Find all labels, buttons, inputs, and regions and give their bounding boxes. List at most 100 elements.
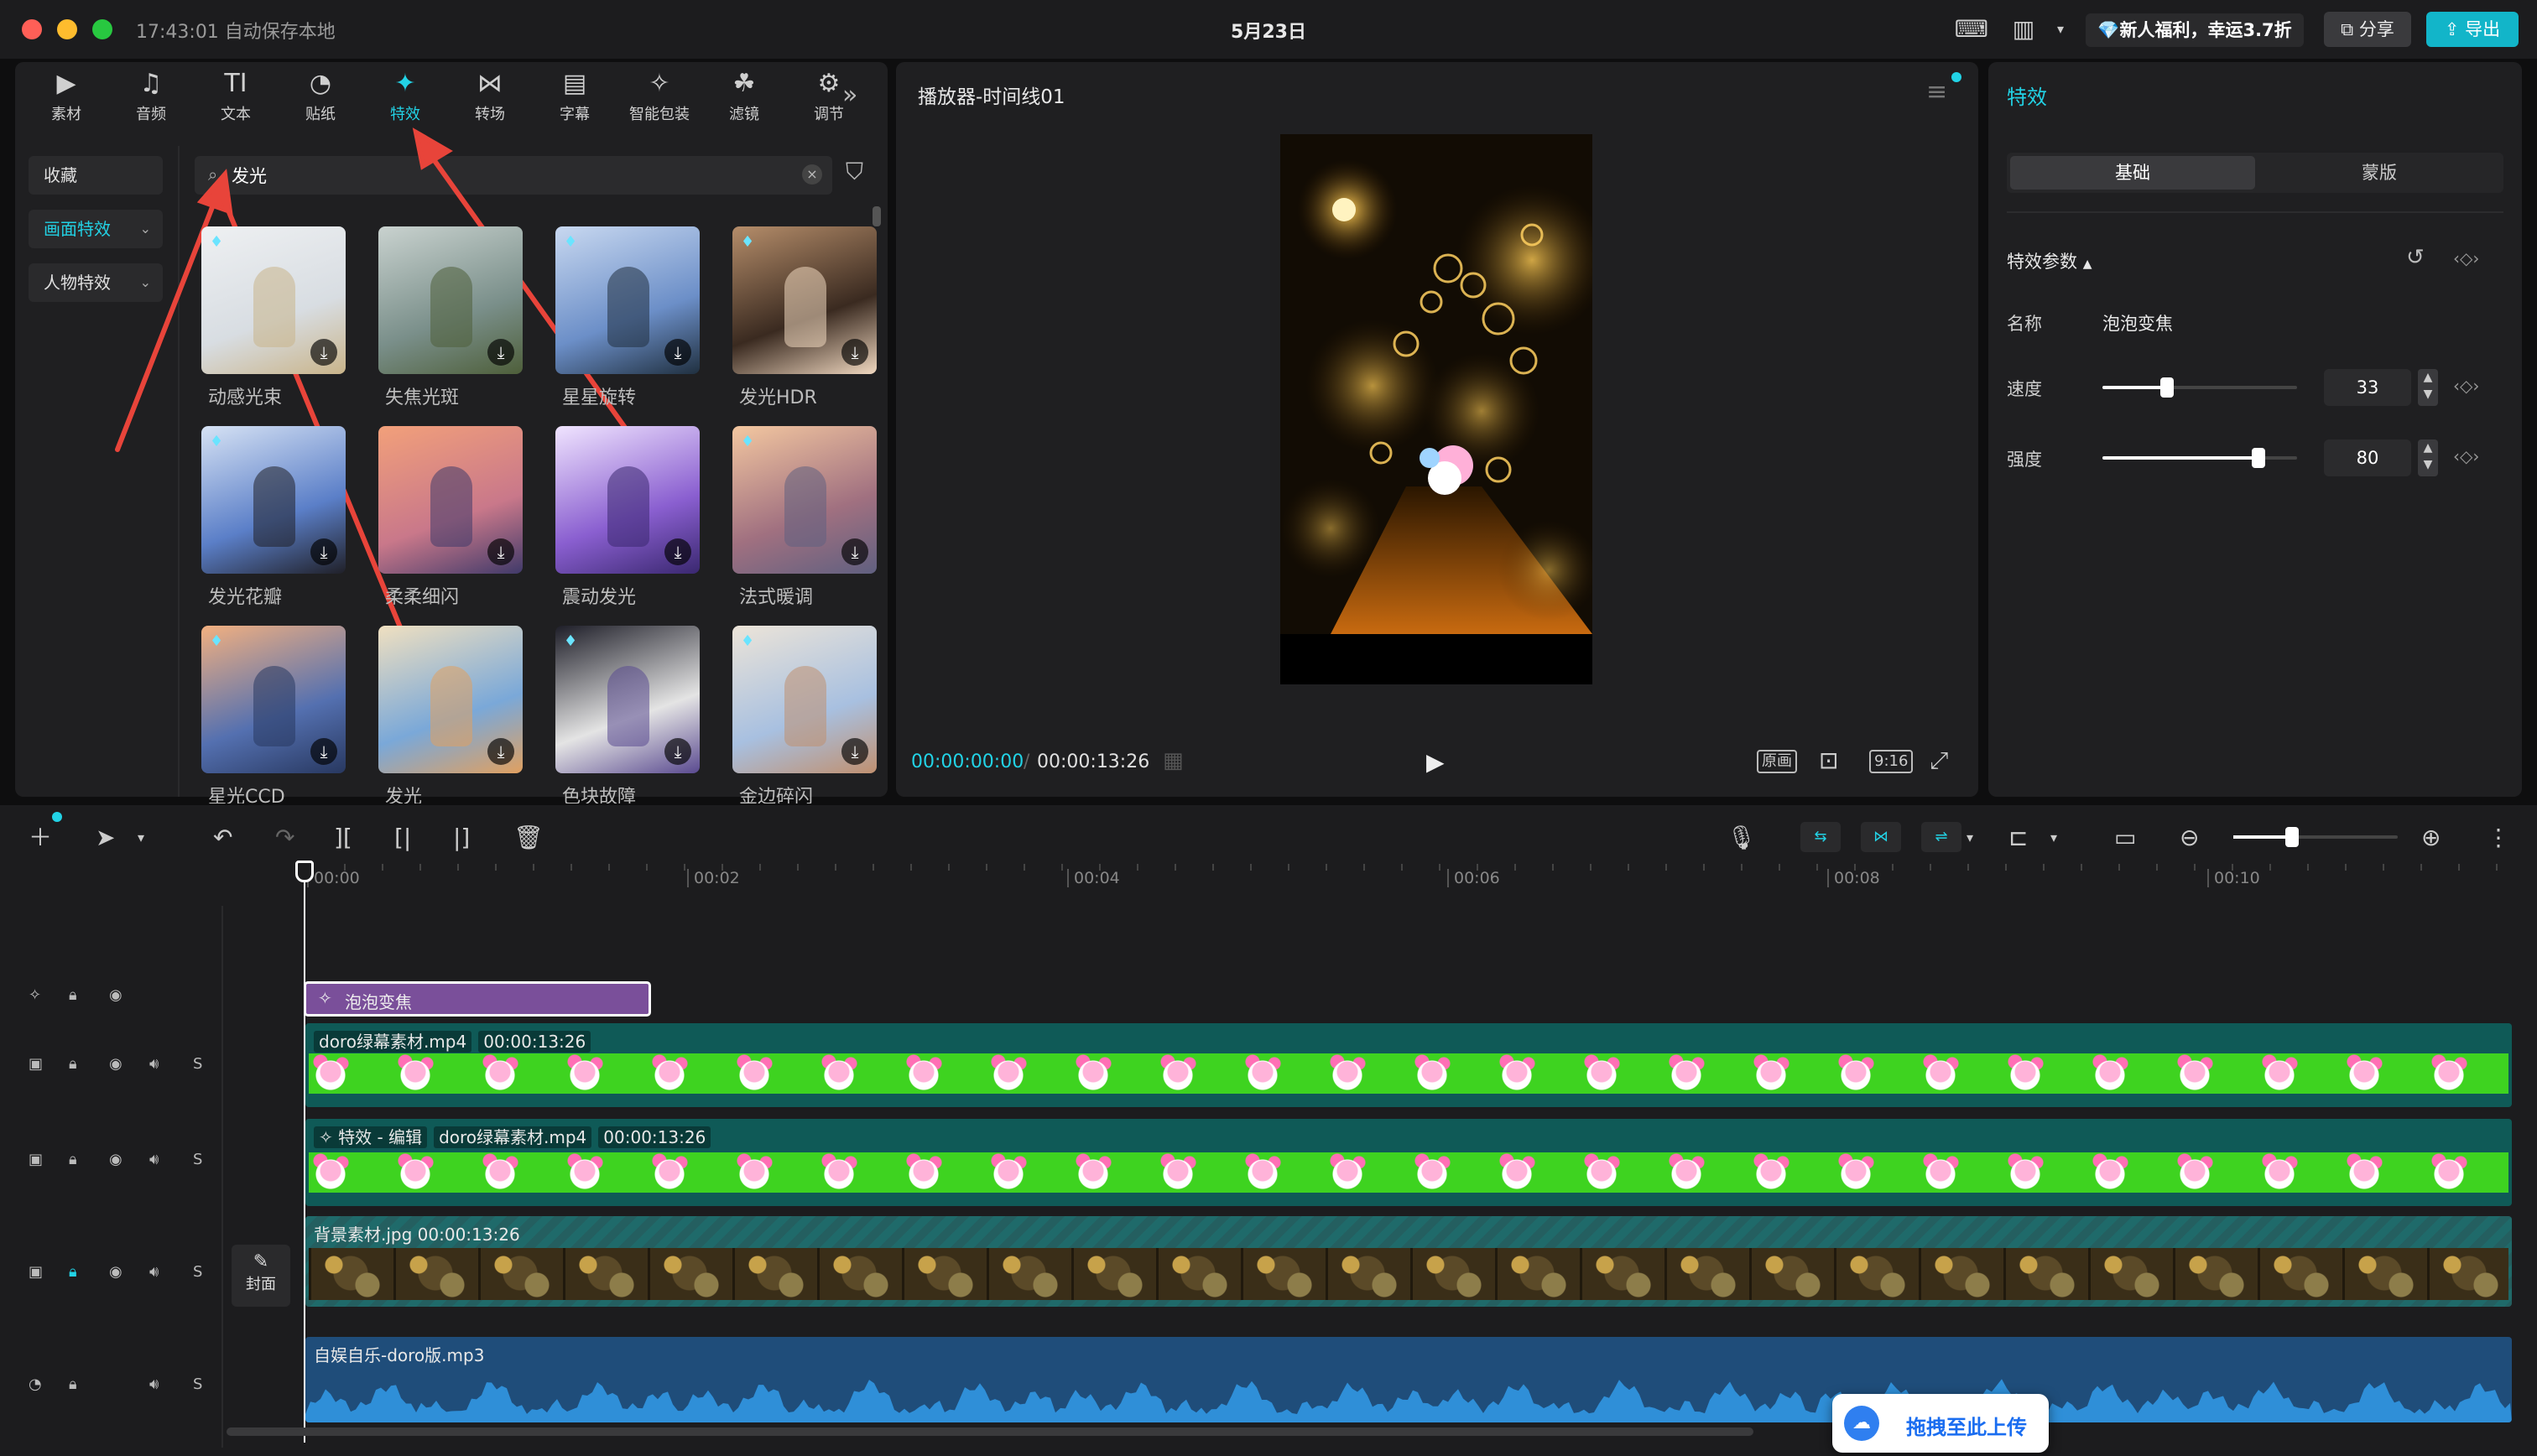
speed-slider-handle[interactable] bbox=[2160, 377, 2174, 398]
promo-badge[interactable]: 💎新人福利，幸运3.7折 bbox=[2086, 13, 2304, 47]
timeline-scrollbar[interactable] bbox=[227, 1427, 1753, 1436]
solo-label[interactable]: S bbox=[193, 1055, 202, 1073]
tab-basic[interactable]: 基础 bbox=[2010, 156, 2255, 190]
effect-thumbnail[interactable]: ♦ ⤓ bbox=[555, 626, 700, 773]
keyframe-diamond-icon[interactable]: ‹◇› bbox=[2453, 376, 2479, 396]
ai-search-icon[interactable]: ⛉ bbox=[846, 158, 863, 186]
effect-thumbnail[interactable]: ⤓ bbox=[555, 426, 700, 574]
effect-thumbnail[interactable]: ⤓ bbox=[378, 426, 523, 574]
select-tool-icon[interactable]: ➤ bbox=[96, 824, 115, 852]
sidebar-item-scene-effects[interactable]: 画面特效 ⌄ bbox=[29, 210, 163, 248]
share-button[interactable]: ⧉ 分享 bbox=[2324, 12, 2411, 47]
reset-icon[interactable]: ↺ bbox=[2406, 245, 2425, 270]
effect-thumbnail[interactable]: ⤓ bbox=[378, 226, 523, 374]
effect-params-header[interactable]: 特效参数 ▲ bbox=[2007, 248, 2092, 273]
trim-left-icon[interactable]: [| bbox=[394, 824, 411, 852]
download-icon[interactable]: ⤓ bbox=[664, 538, 691, 565]
strength-stepper-icon[interactable]: ▲ ▼ bbox=[2418, 439, 2438, 476]
export-button[interactable]: ⇪ 导出 bbox=[2426, 12, 2519, 47]
clear-search-icon[interactable]: × bbox=[802, 164, 822, 185]
shortcut-keyboard-icon[interactable]: ⌨ bbox=[1953, 15, 1990, 44]
tab-smart-pack[interactable]: ✧ 智能包装 bbox=[622, 69, 697, 126]
effect-thumbnail[interactable]: ♦ ⤓ bbox=[201, 626, 346, 773]
cover-button[interactable]: ✎ 封面 bbox=[232, 1245, 290, 1307]
keyframe-diamond-icon[interactable]: ‹◇› bbox=[2453, 248, 2479, 268]
effect-thumbnail[interactable]: ♦ ⤓ bbox=[201, 426, 346, 574]
tab-audio[interactable]: ♫ 音频 bbox=[113, 69, 189, 126]
zoom-slider[interactable] bbox=[2233, 827, 2398, 847]
tab-transition[interactable]: ⋈ 转场 bbox=[452, 69, 528, 126]
lock-icon[interactable]: 🔒︎ bbox=[69, 1151, 77, 1168]
effect-thumbnail[interactable]: ♦ ⤓ bbox=[201, 226, 346, 374]
tab-subtitle[interactable]: ▤ 字幕 bbox=[537, 69, 612, 126]
aspect-ratio-button[interactable]: 9:16 bbox=[1869, 750, 1914, 773]
download-icon[interactable]: ⤓ bbox=[487, 538, 514, 565]
eye-icon[interactable]: ◉ bbox=[109, 1151, 122, 1168]
effect-thumbnail[interactable]: ⤓ bbox=[378, 626, 523, 773]
preview-axis-icon[interactable]: ⊏ bbox=[2008, 824, 2028, 852]
download-icon[interactable]: ⤓ bbox=[310, 339, 337, 366]
playhead-handle[interactable] bbox=[295, 861, 314, 882]
player-menu-icon[interactable]: ≡ bbox=[1926, 77, 1947, 107]
tab-adjust[interactable]: ⚙ 调节 bbox=[791, 69, 867, 126]
download-icon[interactable]: ⤓ bbox=[664, 339, 691, 366]
solo-label[interactable]: S bbox=[193, 1375, 202, 1393]
eye-icon[interactable]: ◉ bbox=[109, 986, 122, 1004]
volume-icon[interactable]: 🔊︎ bbox=[149, 1055, 159, 1073]
download-icon[interactable]: ⤓ bbox=[664, 738, 691, 765]
zoom-out-icon[interactable]: ⊖ bbox=[2180, 824, 2199, 852]
video-clip-2[interactable]: ✧ 特效 - 编辑 doro绿幕素材.mp4 00:00:13:26 bbox=[305, 1119, 2512, 1206]
fit-screen-icon[interactable]: ⊡ bbox=[1819, 746, 1838, 775]
strength-slider-handle[interactable] bbox=[2252, 448, 2265, 468]
video-preview[interactable] bbox=[1280, 134, 1592, 684]
tab-media[interactable]: ▶ 素材 bbox=[29, 69, 104, 126]
project-title[interactable]: 5月23日 bbox=[1175, 17, 1362, 44]
tab-filter[interactable]: ☘ 滤镜 bbox=[706, 69, 782, 126]
sidebar-item-person-effects[interactable]: 人物特效 ⌄ bbox=[29, 263, 163, 302]
redo-icon[interactable]: ↷ bbox=[275, 824, 294, 852]
strength-input[interactable]: 80 bbox=[2324, 439, 2411, 476]
volume-icon[interactable]: 🔊︎ bbox=[149, 1263, 159, 1281]
tab-mask[interactable]: 蒙版 bbox=[2257, 156, 2502, 190]
tab-sticker[interactable]: ◔ 贴纸 bbox=[283, 69, 358, 126]
chevron-down-icon[interactable]: ▾ bbox=[2050, 824, 2057, 852]
lock-icon[interactable]: 🔒︎ bbox=[69, 1263, 77, 1281]
chevron-down-icon[interactable]: ▾ bbox=[138, 824, 144, 852]
main-track-magnet-icon[interactable]: ⇆ bbox=[1800, 822, 1841, 852]
lock-icon[interactable]: 🔒︎ bbox=[69, 1375, 77, 1393]
download-icon[interactable]: ⤓ bbox=[487, 339, 514, 366]
linkage-icon[interactable]: ⇌ bbox=[1921, 822, 1961, 852]
effect-thumbnail[interactable]: ♦ ⤓ bbox=[732, 426, 877, 574]
trim-right-icon[interactable]: |] bbox=[453, 824, 470, 852]
tab-text[interactable]: TI 文本 bbox=[198, 69, 273, 126]
effect-clip[interactable]: ✧ 泡泡变焦 bbox=[304, 981, 651, 1017]
add-track-icon[interactable]: ＋ bbox=[29, 824, 52, 852]
download-icon[interactable]: ⤓ bbox=[841, 738, 868, 765]
lock-icon[interactable]: 🔒︎ bbox=[69, 1055, 77, 1073]
eye-icon[interactable]: ◉ bbox=[109, 1055, 122, 1073]
speed-slider[interactable] bbox=[2102, 377, 2297, 398]
microphone-icon[interactable]: 🎙 bbox=[1727, 824, 1757, 852]
quality-button[interactable]: 原画 bbox=[1757, 750, 1797, 773]
auto-snap-icon[interactable]: ⋈ bbox=[1861, 822, 1901, 852]
minimize-window-button[interactable] bbox=[57, 19, 77, 39]
speed-input[interactable]: 33 bbox=[2324, 369, 2411, 406]
download-icon[interactable]: ⤓ bbox=[487, 738, 514, 765]
delete-icon[interactable]: 🗑 bbox=[513, 824, 544, 852]
drag-upload-button[interactable]: ☁ 拖拽至此上传 bbox=[1832, 1394, 2049, 1453]
effect-thumbnail[interactable]: ♦ ⤓ bbox=[732, 226, 877, 374]
eye-icon[interactable]: ◉ bbox=[109, 1263, 122, 1281]
volume-icon[interactable]: 🔊︎ bbox=[149, 1375, 159, 1393]
split-icon[interactable]: ][ bbox=[334, 824, 352, 852]
layout-icon[interactable]: ▥ bbox=[2005, 15, 2042, 44]
close-window-button[interactable] bbox=[22, 19, 42, 39]
audio-clip[interactable]: 自娱自乐-doro版.mp3 bbox=[305, 1337, 2512, 1422]
layout-chevron-icon[interactable]: ▾ bbox=[2042, 15, 2079, 44]
tab-effects[interactable]: ✦ 特效 bbox=[367, 69, 443, 126]
playhead-line[interactable] bbox=[304, 864, 305, 1443]
speed-stepper-icon[interactable]: ▲ ▼ bbox=[2418, 369, 2438, 406]
download-icon[interactable]: ⤓ bbox=[310, 738, 337, 765]
play-button[interactable]: ▶ bbox=[1426, 748, 1445, 776]
zoom-window-button[interactable] bbox=[92, 19, 112, 39]
more-options-icon[interactable]: ⋮ bbox=[2487, 824, 2510, 852]
